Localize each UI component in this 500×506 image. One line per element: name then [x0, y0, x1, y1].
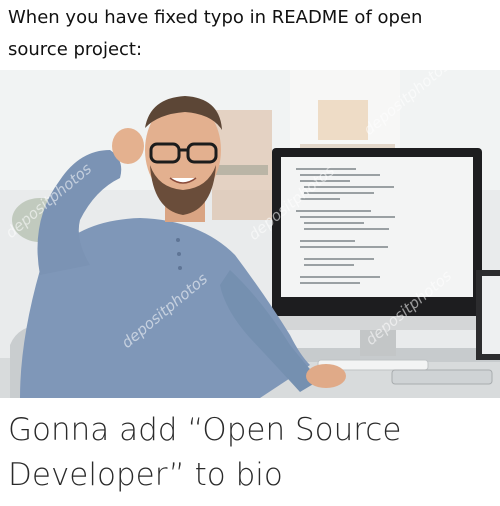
photo-illustration — [0, 70, 500, 398]
bottom-caption: Gonna add “Open Source Developer” to bio — [8, 412, 402, 493]
stock-photo: depositphotos depositphotos depositphoto… — [0, 70, 500, 398]
top-caption: When you have fixed typo in README of op… — [8, 7, 423, 60]
